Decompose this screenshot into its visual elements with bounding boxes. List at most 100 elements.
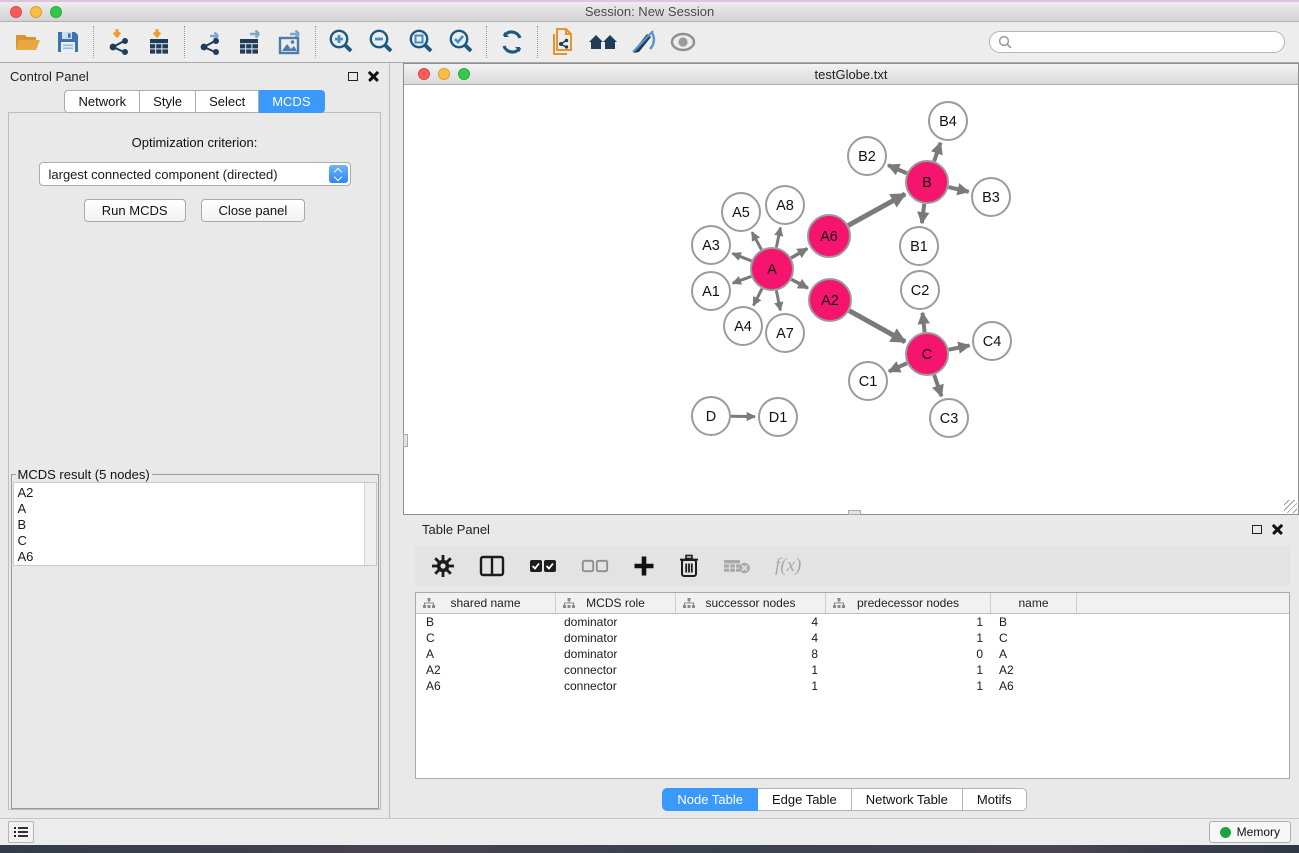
graph-edge-A-A5[interactable] (752, 232, 762, 249)
graph-edge-A-A3[interactable] (732, 253, 751, 261)
open-file-button[interactable] (8, 25, 48, 59)
cell-shared-name[interactable]: A2 (416, 663, 556, 677)
run-mcds-button[interactable]: Run MCDS (84, 199, 186, 222)
tab-node-table[interactable]: Node Table (662, 788, 758, 811)
show-log-button[interactable] (8, 821, 34, 843)
control-panel-header[interactable]: Control Panel (0, 63, 389, 90)
graph-edge-C-C1[interactable] (889, 363, 907, 371)
cell-shared-name[interactable]: B (416, 615, 556, 629)
zoom-out-button[interactable] (361, 25, 401, 59)
column-header-name[interactable]: name (991, 593, 1077, 613)
search-field[interactable] (989, 31, 1285, 53)
result-item[interactable]: A6 (18, 549, 364, 565)
fit-content-button[interactable] (401, 25, 441, 59)
show-columns-button[interactable] (479, 554, 505, 578)
tab-network[interactable]: Network (64, 90, 140, 113)
close-panel-icon[interactable] (368, 71, 379, 82)
graph-edge-A-A8[interactable] (776, 228, 780, 248)
cell-mcds-role[interactable]: dominator (556, 631, 676, 645)
delete-table-button[interactable] (723, 557, 751, 575)
table-row[interactable]: A6 connector 1 1 A6 (416, 678, 1289, 694)
delete-column-button[interactable] (679, 554, 699, 578)
graph-edge-B-B4[interactable] (934, 143, 940, 161)
hide-graphics-details-button[interactable] (623, 25, 663, 59)
cell-predecessor-nodes[interactable]: 1 (826, 631, 991, 645)
table-row[interactable]: B dominator 4 1 B (416, 614, 1289, 630)
search-input[interactable] (1017, 35, 1276, 49)
graph-edge-A6-B[interactable] (848, 194, 905, 225)
result-item[interactable]: A2 (18, 485, 364, 501)
column-header-shared-name[interactable]: shared name (416, 593, 556, 613)
cell-name[interactable]: A2 (991, 663, 1077, 677)
column-header-mcds-role[interactable]: MCDS role (556, 593, 676, 613)
window-titlebar[interactable]: Session: New Session (0, 2, 1299, 22)
cell-mcds-role[interactable]: dominator (556, 647, 676, 661)
cell-name[interactable]: A6 (991, 679, 1077, 693)
cell-predecessor-nodes[interactable]: 1 (826, 679, 991, 693)
show-hide-panel-button[interactable] (663, 25, 703, 59)
cell-mcds-role[interactable]: connector (556, 679, 676, 693)
cell-name[interactable]: B (991, 615, 1077, 629)
table-row[interactable]: C dominator 4 1 C (416, 630, 1289, 646)
float-panel-icon[interactable] (348, 72, 358, 81)
export-table-button[interactable] (230, 25, 270, 59)
zoom-in-button[interactable] (321, 25, 361, 59)
tab-style[interactable]: Style (140, 90, 196, 113)
tab-mcds[interactable]: MCDS (259, 90, 324, 113)
network-view-window[interactable]: testGlobe.txt B4B2BB3A5A8A6A3B1AA1C2A2A4… (403, 63, 1299, 515)
new-session-button[interactable] (543, 25, 583, 59)
cell-mcds-role[interactable]: dominator (556, 615, 676, 629)
tab-edge-table[interactable]: Edge Table (758, 788, 852, 811)
graph-edge-C-C3[interactable] (934, 375, 941, 396)
import-table-button[interactable] (139, 25, 179, 59)
import-network-button[interactable] (99, 25, 139, 59)
cell-successor-nodes[interactable]: 1 (676, 663, 826, 677)
cell-successor-nodes[interactable]: 8 (676, 647, 826, 661)
graph-edge-B-B1[interactable] (922, 204, 924, 223)
cell-predecessor-nodes[interactable]: 1 (826, 615, 991, 629)
select-all-columns-button[interactable] (529, 558, 557, 574)
save-session-button[interactable] (48, 25, 88, 59)
network-window-titlebar[interactable]: testGlobe.txt (404, 64, 1298, 85)
tab-network-table[interactable]: Network Table (852, 788, 963, 811)
export-network-button[interactable] (190, 25, 230, 59)
home-view-button[interactable] (583, 25, 623, 59)
cell-predecessor-nodes[interactable]: 1 (826, 663, 991, 677)
function-builder-button[interactable]: f(x) (775, 555, 801, 577)
graph-edge-A-A6[interactable] (791, 249, 807, 258)
result-item[interactable]: A (18, 501, 364, 517)
graph-edge-A-A2[interactable] (791, 279, 808, 288)
cell-successor-nodes[interactable]: 4 (676, 631, 826, 645)
tab-motifs[interactable]: Motifs (963, 788, 1027, 811)
table-settings-button[interactable] (431, 554, 455, 578)
cell-successor-nodes[interactable]: 4 (676, 615, 826, 629)
graph-edge-A2-C[interactable] (849, 311, 905, 342)
result-list-scrollbar[interactable] (364, 483, 376, 565)
refresh-button[interactable] (492, 25, 532, 59)
cell-predecessor-nodes[interactable]: 0 (826, 647, 991, 661)
export-image-button[interactable] (270, 25, 310, 59)
column-header-successor-nodes[interactable]: successor nodes (676, 593, 826, 613)
cell-name[interactable]: C (991, 631, 1077, 645)
deselect-all-columns-button[interactable] (581, 558, 609, 574)
zoom-selected-button[interactable] (441, 25, 481, 59)
cell-shared-name[interactable]: A6 (416, 679, 556, 693)
graph-edge-C-C4[interactable] (949, 346, 970, 350)
memory-button[interactable]: Memory (1209, 821, 1291, 843)
graph-edge-A-A7[interactable] (776, 291, 780, 311)
node-table[interactable]: shared name MCDS role successor nodes (415, 592, 1290, 779)
graph-edge-B-B2[interactable] (888, 165, 907, 173)
network-canvas[interactable]: B4B2BB3A5A8A6A3B1AA1C2A2A4A7C4CC1C3DD1 (404, 85, 1298, 514)
cell-shared-name[interactable]: C (416, 631, 556, 645)
table-panel-header[interactable]: Table Panel (390, 515, 1299, 543)
canvas-bottom-handle[interactable] (848, 510, 861, 515)
canvas-left-handle[interactable] (403, 434, 408, 447)
window-resize-grip[interactable] (1284, 500, 1297, 513)
result-item[interactable]: B (18, 517, 364, 533)
cell-shared-name[interactable]: A (416, 647, 556, 661)
tab-select[interactable]: Select (196, 90, 259, 113)
table-row[interactable]: A2 connector 1 1 A2 (416, 662, 1289, 678)
close-table-panel-icon[interactable] (1272, 524, 1283, 535)
close-panel-button[interactable]: Close panel (201, 199, 306, 222)
add-column-button[interactable] (633, 555, 655, 577)
